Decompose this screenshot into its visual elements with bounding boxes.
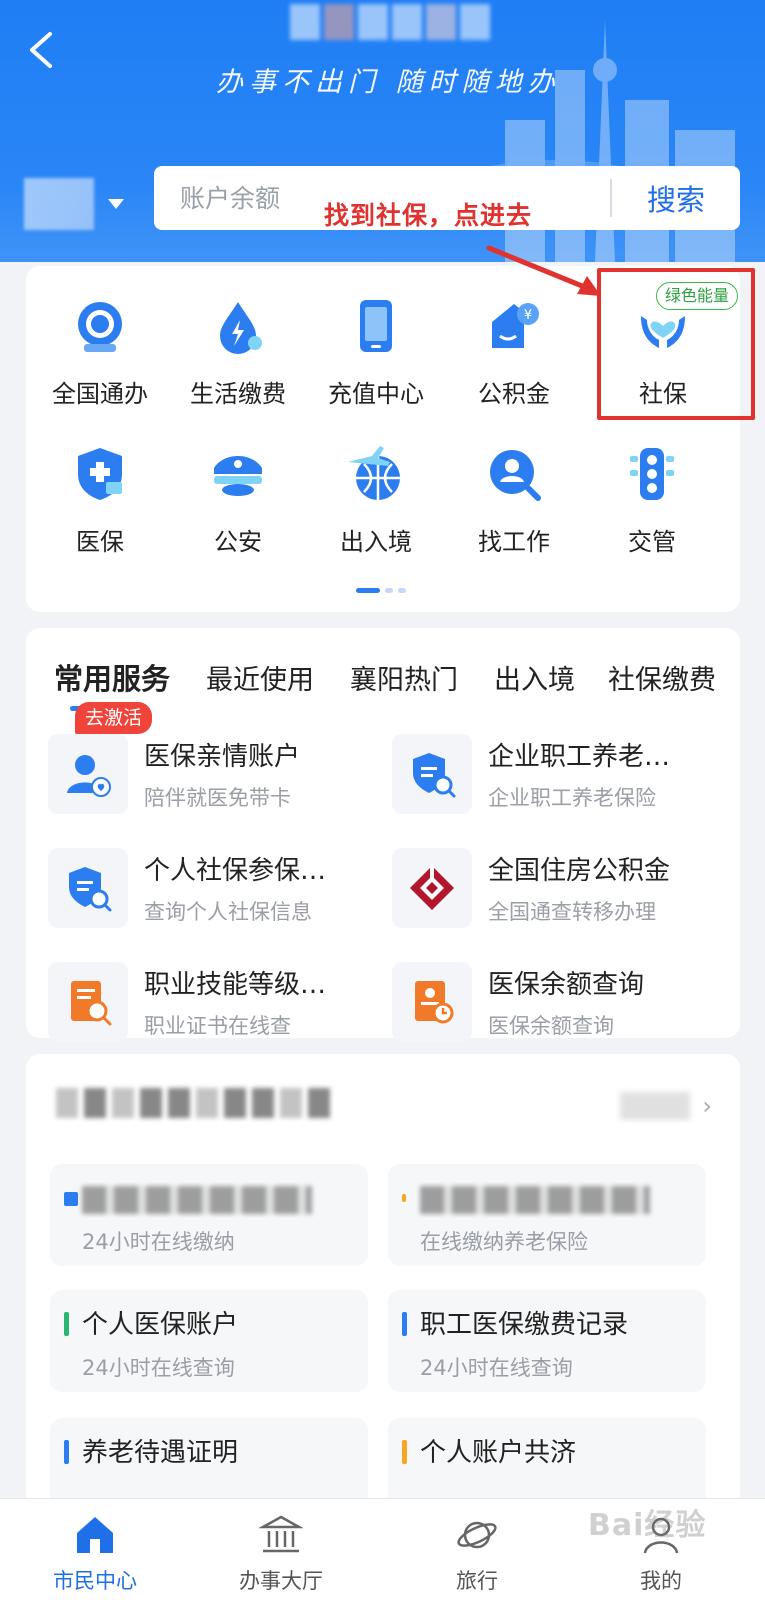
grid-item-utility[interactable]: 生活缴费 bbox=[168, 296, 308, 409]
blurred-title bbox=[82, 1186, 312, 1214]
job-search-icon bbox=[490, 450, 541, 501]
globe-service-icon bbox=[78, 302, 122, 352]
annotation-arrow-icon bbox=[486, 245, 601, 296]
activate-badge[interactable]: 去激活 bbox=[75, 702, 153, 734]
pension-shield-search-icon bbox=[413, 753, 456, 798]
tab-recent[interactable]: 最近使用 bbox=[206, 658, 314, 697]
service-housing-fund[interactable]: 全国住房公积金 全国通查转移办理 bbox=[392, 848, 722, 932]
tab-social-payment[interactable]: 社保缴费 bbox=[608, 658, 716, 697]
blurred-city-name bbox=[24, 178, 94, 230]
traffic-light-icon bbox=[630, 448, 674, 500]
quick-item-blurred-1[interactable]: 24小时在线缴纳 bbox=[50, 1164, 368, 1266]
blurred-section-heading bbox=[56, 1088, 330, 1118]
housing-fund-icon: ¥ bbox=[492, 303, 539, 348]
tab-common[interactable]: 常用服务 bbox=[54, 656, 170, 698]
annotation-text: 找到社保，点进去 bbox=[324, 201, 533, 230]
page-indicator bbox=[356, 588, 406, 593]
grid-item-housing-fund[interactable]: ¥ 公积金 bbox=[444, 296, 584, 409]
caret-down-icon bbox=[108, 199, 124, 209]
grid-item-topup[interactable]: 充值中心 bbox=[306, 296, 446, 409]
page-dot bbox=[398, 588, 406, 593]
chevron-right-icon[interactable]: › bbox=[702, 1092, 712, 1120]
nav-service-hall[interactable]: 办事大厅 bbox=[216, 1513, 346, 1595]
grid-item-exit-entry[interactable]: 出入境 bbox=[306, 444, 446, 557]
nav-citizen-center[interactable]: 市民中心 bbox=[30, 1513, 160, 1595]
grid-item-jobs[interactable]: 找工作 bbox=[444, 444, 584, 557]
back-arrow-icon[interactable] bbox=[22, 28, 62, 72]
grid-item-medical[interactable]: 医保 bbox=[30, 444, 170, 557]
police-cap-icon bbox=[214, 456, 262, 496]
quick-item-medical-account[interactable]: 个人医保账户 24小时在线查询 bbox=[50, 1290, 368, 1392]
service-enterprise-pension[interactable]: 企业职工养老… 企业职工养老保险 bbox=[392, 734, 722, 818]
medical-shield-icon bbox=[78, 448, 122, 500]
service-family-medical[interactable]: 医保亲情账户 陪伴就医免带卡 bbox=[48, 734, 378, 818]
header-slogan: 办事不出门 随时随地办 bbox=[216, 67, 561, 98]
certificate-search-icon bbox=[71, 981, 112, 1026]
home-icon bbox=[77, 1517, 113, 1553]
tab-exit-entry[interactable]: 出入境 bbox=[494, 658, 575, 697]
service-medical-balance[interactable]: 医保余额查询 医保余额查询 bbox=[392, 962, 722, 1046]
housing-fund-logo-icon bbox=[410, 866, 454, 910]
planet-icon bbox=[457, 1521, 497, 1549]
annotation-highlight-box bbox=[597, 268, 755, 420]
grid-item-police[interactable]: 公安 bbox=[168, 444, 308, 557]
page-dot bbox=[385, 588, 393, 593]
blurred-more-link[interactable] bbox=[620, 1092, 690, 1120]
nav-travel[interactable]: 旅行 bbox=[412, 1513, 542, 1595]
page-dot-active bbox=[356, 588, 380, 593]
plane-globe-icon bbox=[348, 446, 400, 500]
phone-topup-icon bbox=[360, 300, 392, 352]
balance-query-icon bbox=[415, 981, 454, 1024]
search-button[interactable]: 搜索 bbox=[612, 177, 740, 219]
quick-item-payment-record[interactable]: 职工医保缴费记录 24小时在线查询 bbox=[388, 1290, 706, 1392]
social-security-search-icon bbox=[69, 867, 112, 912]
grid-item-traffic[interactable]: 交管 bbox=[582, 444, 722, 557]
city-selector[interactable] bbox=[24, 176, 134, 232]
service-skill-level[interactable]: 职业技能等级… 职业证书在线查 bbox=[48, 962, 378, 1046]
tab-xiangyang-hot[interactable]: 襄阳热门 bbox=[350, 658, 458, 697]
quick-item-blurred-2[interactable]: 在线缴纳养老保险 bbox=[388, 1164, 706, 1266]
blurred-title bbox=[420, 1186, 650, 1214]
service-personal-social[interactable]: 个人社保参保… 查询个人社保信息 bbox=[48, 848, 378, 932]
family-account-icon bbox=[67, 755, 111, 797]
baidu-watermark: Bai经验 bbox=[588, 1508, 707, 1543]
bank-hall-icon bbox=[258, 1515, 304, 1553]
grid-item-national[interactable]: 全国通办 bbox=[30, 296, 170, 409]
utility-drop-icon bbox=[220, 302, 262, 354]
service-tabs: 常用服务 最近使用 襄阳热门 出入境 社保缴费 bbox=[26, 656, 740, 706]
blurred-title bbox=[290, 4, 490, 40]
svg-text:¥: ¥ bbox=[524, 308, 532, 323]
